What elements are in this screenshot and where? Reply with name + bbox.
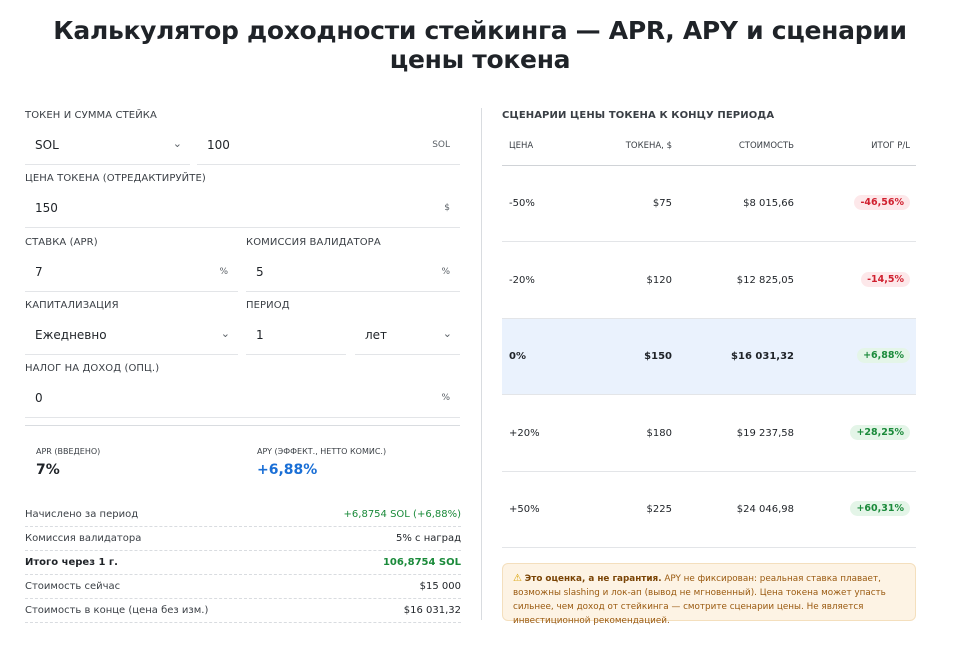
fee-input[interactable]: 5 %: [246, 252, 460, 292]
cell-price: $120: [646, 274, 672, 286]
table-row: +20% $180 $19 237,58 +28,25%: [502, 396, 916, 472]
apr-label: Ставка (APR): [25, 237, 98, 248]
stake-amount-value: 100: [207, 138, 230, 152]
compounding-select[interactable]: Ежедневно ⌄: [25, 315, 238, 355]
summary-row: Комиссия валидатора 5% с наград: [25, 527, 461, 551]
summary-key: Стоимость сейчас: [25, 581, 121, 592]
period-label: Период: [246, 300, 290, 311]
summary-key: Начислено за период: [25, 509, 139, 520]
summary-row: Стоимость в конце (цена без изм.) $16 031…: [25, 599, 461, 623]
warning-icon: ⚠: [513, 573, 522, 584]
chevron-down-icon: ⌄: [172, 137, 182, 150]
pl-badge: +60,31%: [850, 501, 910, 516]
apr-value: 7: [35, 265, 43, 279]
compounding-value: Ежедневно: [35, 328, 107, 342]
price-value: 150: [35, 201, 58, 215]
tax-unit: %: [441, 393, 450, 403]
compounding-label: Капитализация: [25, 300, 119, 311]
period-unit-select[interactable]: лет ⌄: [355, 315, 460, 355]
apr-metric-value: 7%: [36, 462, 60, 478]
cell-value: $24 046,98: [736, 504, 794, 515]
cell-value: $8 015,66: [743, 198, 794, 209]
summary-key: Стоимость в конце (цена без изм.): [25, 605, 209, 616]
token-amount-label: Токен и сумма стейка: [25, 110, 157, 121]
cell-change: +50%: [509, 504, 540, 515]
stake-amount-unit: SOL: [432, 140, 450, 150]
fee-label: Комиссия валидатора: [246, 237, 381, 248]
apr-input[interactable]: 7 %: [25, 252, 238, 292]
disclaimer-bold: Это оценка, а не гарантия.: [524, 574, 662, 584]
chevron-down-icon: ⌄: [442, 327, 452, 340]
cell-value: $16 031,32: [731, 351, 794, 362]
summary-row: Итого через 1 г. 106,8754 SOL: [25, 551, 461, 575]
cell-value: $12 825,05: [736, 274, 794, 286]
tax-label: Налог на доход (опц.): [25, 363, 160, 374]
scenarios-title: Сценарии цены токена к концу периода: [502, 110, 775, 121]
cell-change: -20%: [509, 274, 535, 286]
period-value: 1: [256, 328, 264, 342]
token-select[interactable]: SOL ⌄: [25, 125, 190, 165]
tax-input[interactable]: 0 %: [25, 378, 460, 418]
price-unit: $: [444, 203, 450, 213]
period-input[interactable]: 1: [246, 315, 346, 355]
disclaimer-note: ⚠ Это оценка, а не гарантия. APY не фикс…: [502, 563, 916, 626]
apy-metric-label: APY (эффект., нетто комис.): [257, 447, 387, 456]
summary-value: $16 031,32: [403, 605, 461, 616]
apr-metric-label: APR (введено): [36, 447, 101, 456]
apr-unit: %: [219, 267, 228, 277]
token-select-value: SOL: [35, 138, 59, 152]
cell-change: +20%: [509, 427, 540, 439]
table-row: -20% $120 $12 825,05 -14,5%: [502, 243, 916, 319]
section-divider: [25, 425, 460, 426]
column-separator: [481, 108, 482, 620]
cell-price: $180: [646, 427, 672, 439]
period-unit-value: лет: [365, 328, 388, 342]
price-input[interactable]: 150 $: [25, 188, 460, 228]
cell-price: $75: [652, 198, 672, 209]
pl-badge: -14,5%: [861, 271, 910, 287]
summary-key: Итого через 1 г.: [25, 557, 118, 568]
cell-price: $225: [646, 504, 672, 515]
page-title: Калькулятор доходности стейкинга — APR, …: [53, 16, 907, 74]
tax-value: 0: [35, 391, 43, 405]
cell-price: $150: [644, 351, 672, 362]
pl-badge: +6,88%: [857, 348, 910, 363]
table-row: -50% $75 $8 015,66 -46,56%: [502, 166, 916, 242]
col-header-value: Стоимость: [738, 141, 794, 151]
summary-row: Начислено за период +6,8754 SOL (+6,88%): [25, 503, 461, 527]
stake-amount-input[interactable]: 100 SOL: [197, 125, 460, 165]
summary-value: +6,8754 SOL (+6,88%): [343, 509, 461, 520]
cell-change: -50%: [509, 198, 535, 209]
pl-badge: -46,56%: [854, 195, 910, 210]
col-header-price: Токена, $: [625, 141, 672, 151]
fee-unit: %: [441, 267, 450, 277]
summary-value: 5% с наград: [395, 533, 461, 544]
pl-badge: +28,25%: [850, 424, 910, 440]
cell-change: 0%: [509, 351, 526, 362]
table-row: 0% $150 $16 031,32 +6,88%: [502, 319, 916, 395]
cell-value: $19 237,58: [736, 427, 794, 439]
summary-row: Стоимость сейчас $15 000: [25, 575, 461, 599]
apy-metric-value: +6,88%: [257, 462, 318, 478]
summary-value: $15 000: [419, 581, 461, 592]
col-header-pl: Итог P/L: [871, 141, 910, 151]
col-header-change: Цена: [509, 141, 534, 151]
summary-key: Комиссия валидатора: [25, 533, 142, 544]
summary-value: 106,8754 SOL: [382, 557, 461, 568]
fee-value: 5: [256, 265, 264, 279]
table-row: +50% $225 $24 046,98 +60,31%: [502, 472, 916, 548]
price-label: Цена токена (отредактируйте): [25, 173, 206, 184]
chevron-down-icon: ⌄: [220, 327, 230, 340]
